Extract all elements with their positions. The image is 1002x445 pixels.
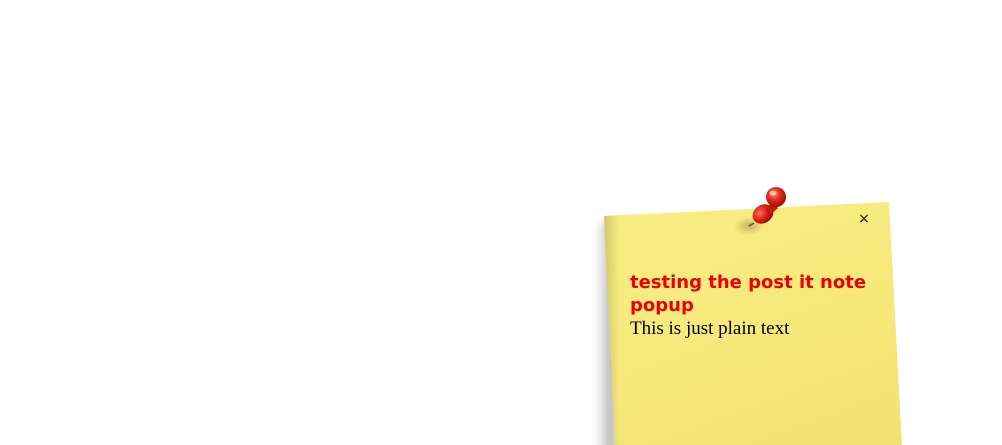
pushpin-icon <box>732 178 796 242</box>
page: × testing the post it note popup This is… <box>0 0 1002 445</box>
close-icon[interactable]: × <box>856 211 872 227</box>
note-body: This is just plain text <box>630 318 790 339</box>
note-title: testing the post it note popup <box>630 272 867 316</box>
